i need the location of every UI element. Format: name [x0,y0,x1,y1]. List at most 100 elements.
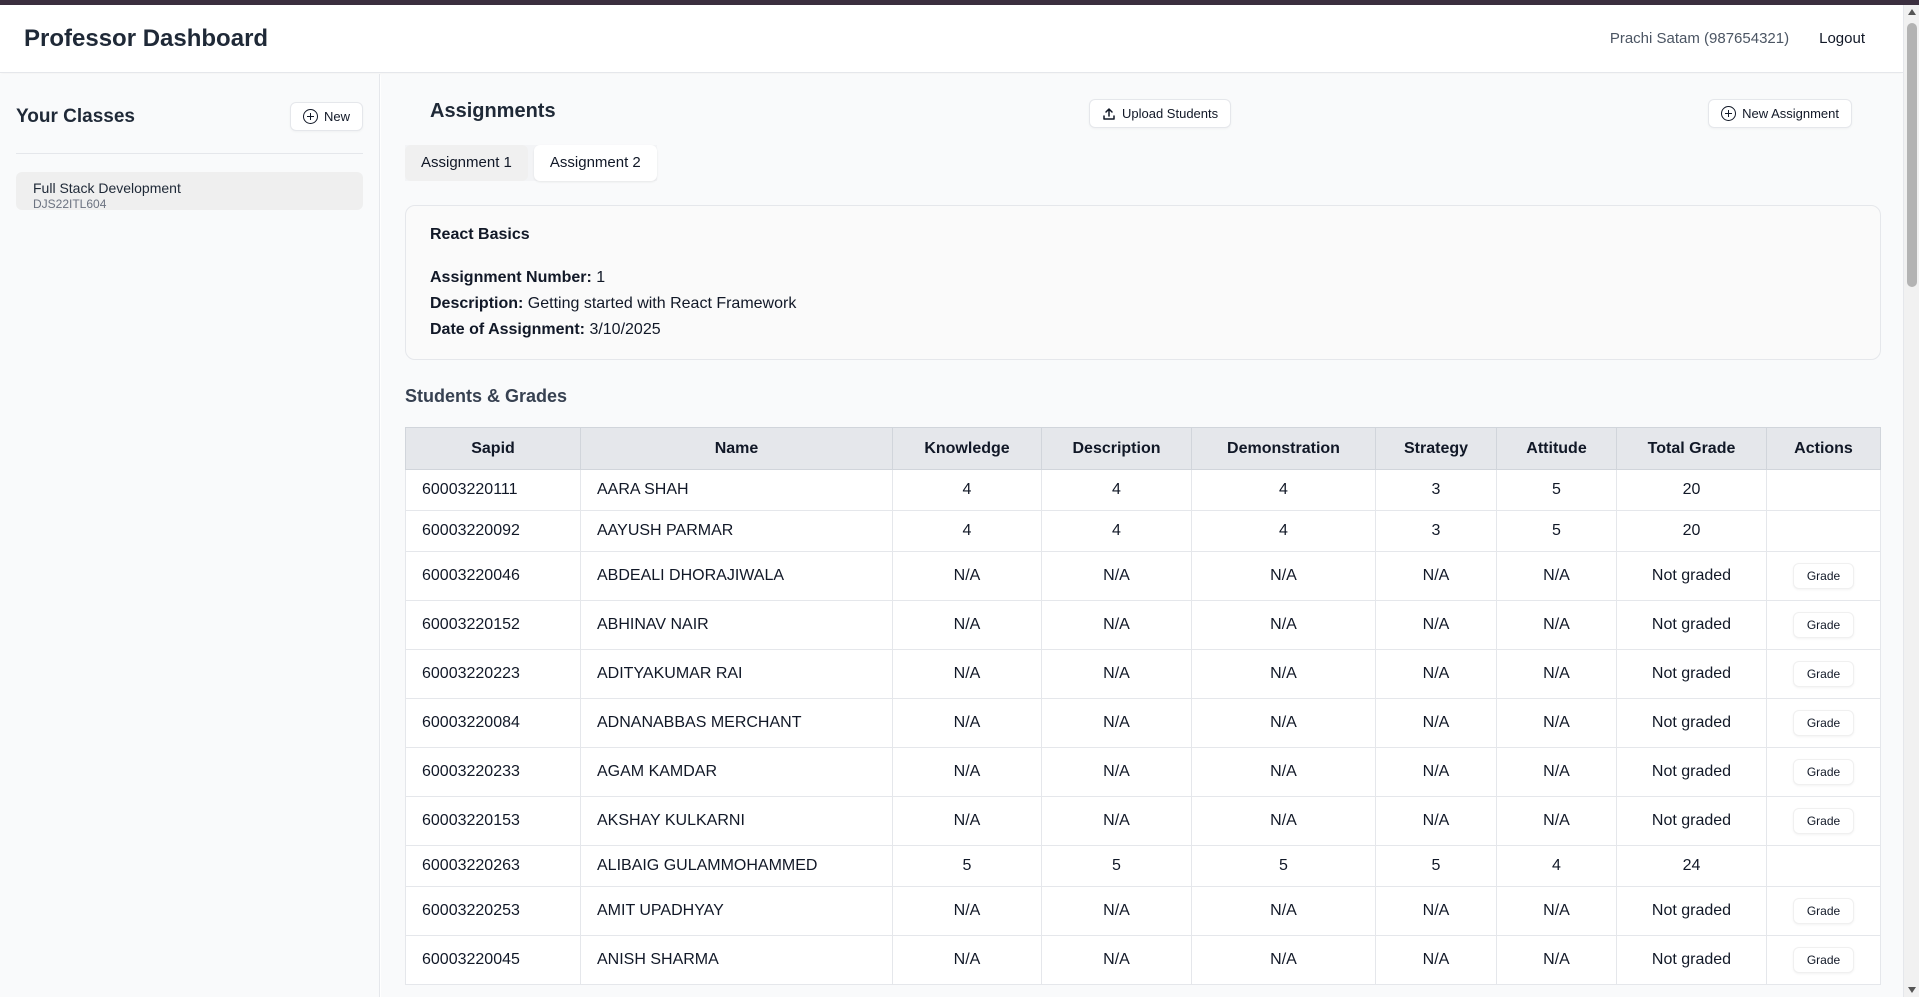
grade-button[interactable]: Grade [1792,759,1855,785]
cell-demonstration: N/A [1191,649,1376,699]
grade-button[interactable]: Grade [1792,612,1855,638]
user-info: Prachi Satam (987654321) [1609,30,1790,47]
sidebar-header: Your Classes New [16,90,363,154]
scrollbar-thumb[interactable] [1907,23,1917,287]
grade-button[interactable]: Grade [1792,808,1855,834]
cell-strategy: N/A [1375,600,1497,650]
cell-knowledge: N/A [892,796,1042,846]
upload-students-label: Upload Students [1122,106,1219,121]
column-header: Demonstration [1191,427,1376,470]
cell-demonstration: N/A [1191,886,1376,936]
cell-knowledge: N/A [892,551,1042,601]
plus-circle-icon [302,109,318,124]
new-assignment-button[interactable]: New Assignment [1708,99,1852,128]
cell-strategy: N/A [1375,747,1497,797]
column-header: Description [1041,427,1192,470]
cell-total: Not graded [1616,796,1767,846]
description-value: Getting started with React Framework [527,295,797,312]
main-content: Assignments Upload Students New Assignme… [381,74,1903,997]
cell-attitude: N/A [1496,886,1617,936]
cell-demonstration: N/A [1191,935,1376,985]
cell-name: ABDEALI DHORAJIWALA [580,551,893,601]
grades-table: Sapid Name Knowledge Description Demonst… [405,427,1881,985]
grade-button[interactable]: Grade [1792,661,1855,687]
cell-strategy: N/A [1375,796,1497,846]
page-title: Professor Dashboard [24,24,269,52]
cell-actions: Grade [1766,649,1881,699]
table-header-row: Sapid Name Knowledge Description Demonst… [405,427,1881,470]
cell-total: Not graded [1616,551,1767,601]
cell-demonstration: N/A [1191,551,1376,601]
cell-total: 24 [1616,845,1767,887]
cell-total: Not graded [1616,649,1767,699]
cell-description: N/A [1041,551,1192,601]
new-class-label: New [323,109,350,124]
cell-demonstration: 4 [1191,469,1376,511]
cell-actions: Grade [1766,886,1881,936]
cell-sapid: 60003220223 [405,649,581,699]
cell-actions: Grade [1766,935,1881,985]
table-row: 60003220111 AARA SHAH 4 4 4 3 5 20 [405,469,1881,511]
table-row: 60003220084 ADNANABBAS MERCHANT N/A N/A N/A N… [405,698,1881,748]
assignment-number-value: 1 [596,269,606,286]
cell-name: ABHINAV NAIR [580,600,893,650]
sidebar: Your Classes New Full Stack Development … [0,74,380,997]
cell-name: AARA SHAH [580,469,893,511]
cell-name: AKSHAY KULKARNI [580,796,893,846]
cell-knowledge: N/A [892,649,1042,699]
cell-sapid: 60003220084 [405,698,581,748]
cell-total: Not graded [1616,698,1767,748]
cell-name: ANISH SHARMA [580,935,893,985]
cell-knowledge: N/A [892,600,1042,650]
cell-strategy: 3 [1375,469,1497,511]
grade-button[interactable]: Grade [1792,898,1855,924]
cell-total: Not graded [1616,747,1767,797]
cell-knowledge: 4 [892,510,1042,552]
cell-sapid: 60003220045 [405,935,581,985]
scroll-up-icon[interactable] [1908,9,1916,15]
cell-name: AMIT UPADHYAY [580,886,893,936]
table-row: 60003220263 ALIBAIG GULAMMOHAMMED 5 5 5 5 4 24 [405,845,1881,887]
upload-students-button[interactable]: Upload Students [1089,99,1232,128]
cell-attitude: 4 [1496,845,1617,887]
grade-button[interactable]: Grade [1792,710,1855,736]
grade-button[interactable]: Grade [1792,947,1855,973]
cell-knowledge: 5 [892,845,1042,887]
tab-assignment-2[interactable]: Assignment 2 [533,145,657,181]
cell-sapid: 60003220046 [405,551,581,601]
upload-icon [1102,107,1116,121]
grade-button[interactable]: Grade [1792,563,1855,589]
cell-attitude: N/A [1496,796,1617,846]
table-row: 60003220153 AKSHAY KULKARNI N/A N/A N/A N/A N/… [405,796,1881,846]
class-item[interactable]: Full Stack Development DJS22ITL604 [16,172,363,211]
cell-strategy: 5 [1375,845,1497,887]
scroll-down-icon[interactable] [1908,987,1916,993]
assignments-title: Assignments [430,100,556,122]
column-header: Knowledge [892,427,1042,470]
table-row: 60003220152 ABHINAV NAIR N/A N/A N/A N/A N/A No… [405,600,1881,650]
new-class-button[interactable]: New [289,102,363,131]
cell-knowledge: N/A [892,698,1042,748]
column-header: Name [580,427,893,470]
cell-actions: Grade [1766,796,1881,846]
tab-assignment-1[interactable]: Assignment 1 [405,145,528,181]
sidebar-title: Your Classes [16,105,135,127]
cell-actions: Grade [1766,698,1881,748]
logout-button[interactable]: Logout [1805,22,1879,55]
cell-name: AAYUSH PARMAR [580,510,893,552]
cell-strategy: 3 [1375,510,1497,552]
cell-demonstration: 4 [1191,510,1376,552]
cell-description: N/A [1041,935,1192,985]
table-row: 60003220233 AGAM KAMDAR N/A N/A N/A N/A N/A Not… [405,747,1881,797]
column-header: Attitude [1496,427,1617,470]
assignment-title: React Basics [430,226,530,243]
cell-attitude: N/A [1496,935,1617,985]
cell-attitude: 5 [1496,469,1617,511]
cell-description: N/A [1041,600,1192,650]
table-row: 60003220046 ABDEALI DHORAJIWALA N/A N/A N/A N… [405,551,1881,601]
page-scrollbar[interactable] [1903,5,1919,997]
assignment-details-card: React Basics Assignment Number: 1 Descri… [405,205,1881,360]
cell-demonstration: N/A [1191,747,1376,797]
cell-strategy: N/A [1375,886,1497,936]
cell-attitude: N/A [1496,698,1617,748]
